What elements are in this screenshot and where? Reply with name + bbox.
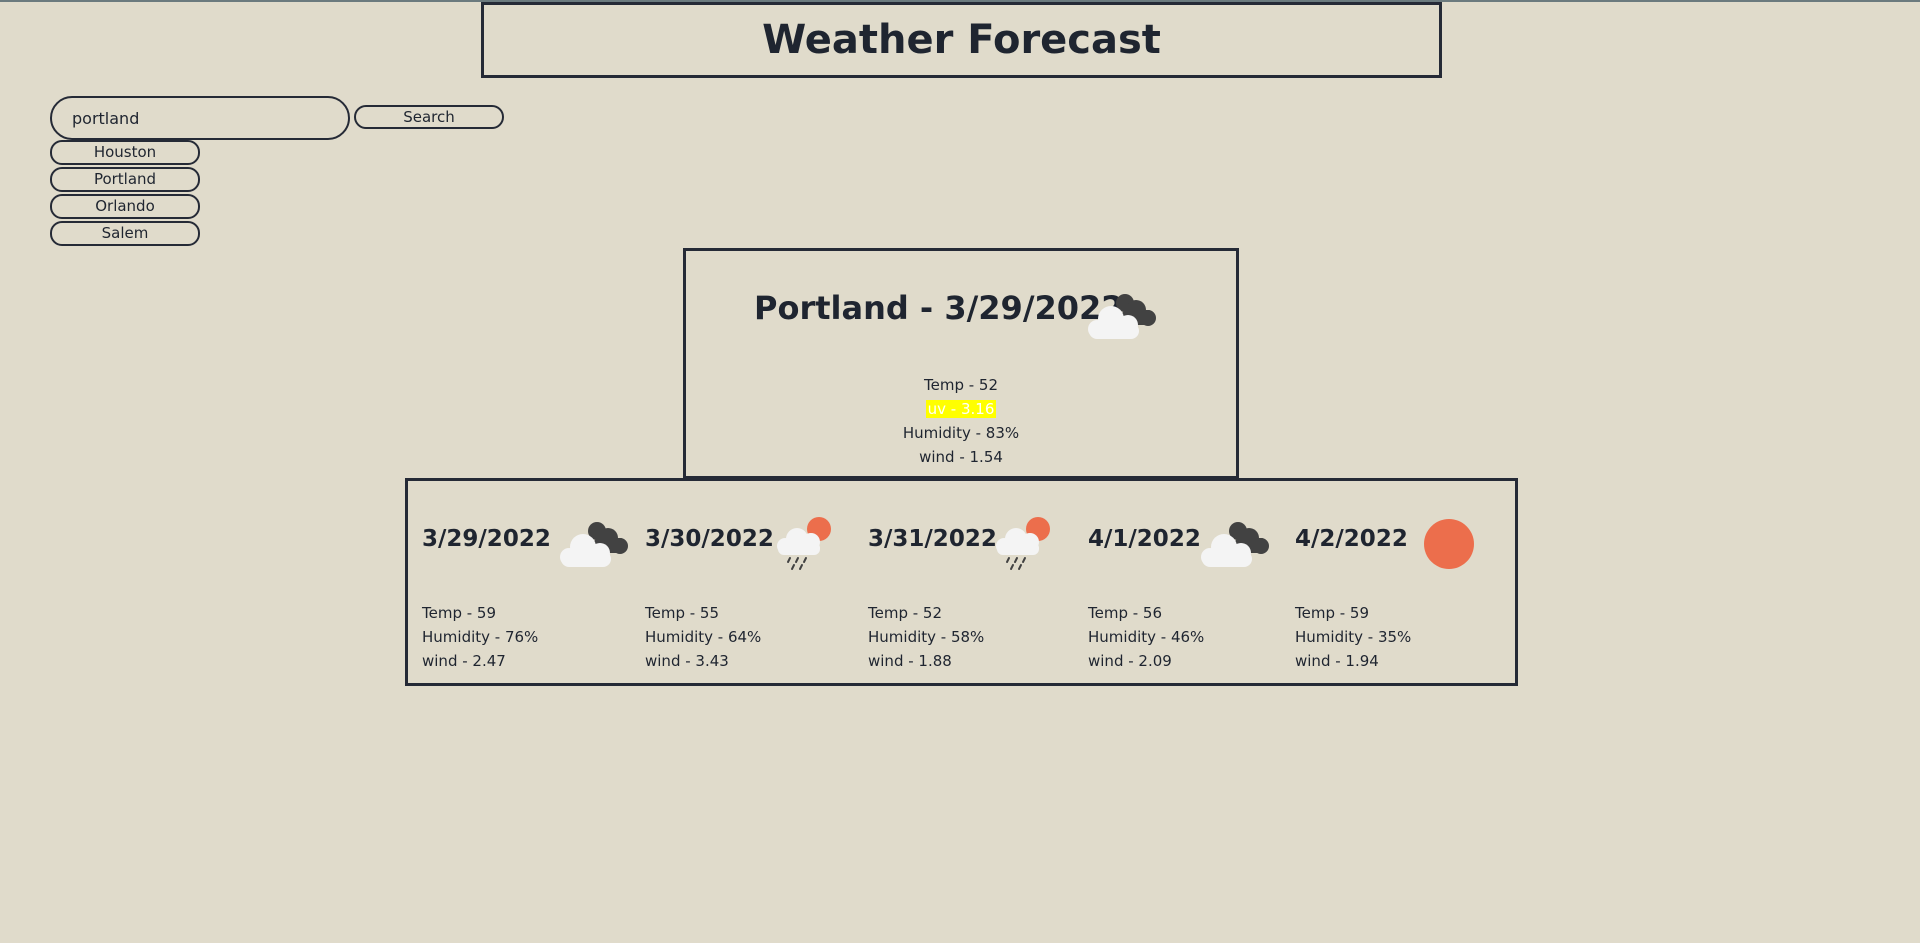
forecast-humidity: Humidity - 35% — [1295, 628, 1412, 646]
forecast-stats: Temp - 52 Humidity - 58% wind - 1.88 — [868, 601, 984, 673]
uv-index-badge: uv - 3.16 — [925, 400, 997, 418]
partly-cloudy-icon — [1088, 294, 1156, 339]
search-input[interactable] — [50, 96, 350, 140]
history-button-houston[interactable]: Houston — [50, 140, 200, 165]
forecast-day: 4/1/2022 Temp - 56 Humidity - 46% wind -… — [1074, 481, 1281, 683]
forecast-day: 3/29/2022 Temp - 59 Humidity - 76% wind … — [408, 481, 631, 683]
forecast-wind: wind - 3.43 — [645, 652, 729, 670]
forecast-stats: Temp - 59 Humidity - 35% wind - 1.94 — [1295, 601, 1411, 673]
forecast-date: 3/29/2022 — [422, 526, 551, 552]
search-button[interactable]: Search — [354, 105, 504, 129]
current-weather-stats: Temp - 52 uv - 3.16 Humidity - 83% wind … — [686, 373, 1236, 469]
forecast-wind: wind - 2.09 — [1088, 652, 1172, 670]
forecast-date: 4/2/2022 — [1295, 526, 1408, 552]
page-title: Weather Forecast — [762, 17, 1161, 63]
forecast-temp: Temp - 59 — [422, 604, 497, 622]
forecast-date: 4/1/2022 — [1088, 526, 1201, 552]
forecast-day: 4/2/2022 Temp - 59 Humidity - 35% wind -… — [1281, 481, 1515, 683]
forecast-day: 3/31/2022 Temp - 52 Humidity - 58% wind … — [854, 481, 1074, 683]
forecast-wind: wind - 1.88 — [868, 652, 952, 670]
current-weather-title: Portland - 3/29/2022 — [754, 289, 1124, 327]
page-header: Weather Forecast — [481, 2, 1442, 78]
forecast-stats: Temp - 55 Humidity - 64% wind - 3.43 — [645, 601, 761, 673]
forecast-humidity: Humidity - 76% — [422, 628, 539, 646]
forecast-humidity: Humidity - 58% — [868, 628, 985, 646]
forecast-date: 3/30/2022 — [645, 526, 774, 552]
forecast-day: 3/30/2022 Temp - 55 Humidity - 64% wind … — [631, 481, 854, 683]
current-humidity: Humidity - 83% — [902, 424, 1020, 442]
cloudy-icon — [560, 522, 628, 567]
forecast-temp: Temp - 56 — [1088, 604, 1163, 622]
history-button-orlando[interactable]: Orlando — [50, 194, 200, 219]
forecast-humidity: Humidity - 46% — [1088, 628, 1205, 646]
current-weather-card: Portland - 3/29/2022 Temp - 52 uv - 3.16… — [683, 248, 1239, 479]
forecast-humidity: Humidity - 64% — [645, 628, 762, 646]
search-history: Houston Portland Orlando Salem — [50, 140, 200, 248]
forecast-temp: Temp - 52 — [868, 604, 943, 622]
history-button-portland[interactable]: Portland — [50, 167, 200, 192]
rain-sun-icon — [996, 517, 1050, 570]
five-day-forecast: 3/29/2022 Temp - 59 Humidity - 76% wind … — [405, 478, 1518, 686]
forecast-date: 3/31/2022 — [868, 526, 997, 552]
cloudy-icon — [1201, 522, 1269, 567]
forecast-wind: wind - 2.47 — [422, 652, 506, 670]
current-temp: Temp - 52 — [923, 376, 998, 394]
forecast-wind: wind - 1.94 — [1295, 652, 1379, 670]
forecast-temp: Temp - 55 — [645, 604, 720, 622]
forecast-stats: Temp - 56 Humidity - 46% wind - 2.09 — [1088, 601, 1204, 673]
history-button-salem[interactable]: Salem — [50, 221, 200, 246]
current-wind: wind - 1.54 — [919, 448, 1003, 466]
rain-sun-icon — [777, 517, 831, 570]
forecast-temp: Temp - 59 — [1295, 604, 1370, 622]
forecast-stats: Temp - 59 Humidity - 76% wind - 2.47 — [422, 601, 538, 673]
sun-icon — [1424, 519, 1474, 569]
